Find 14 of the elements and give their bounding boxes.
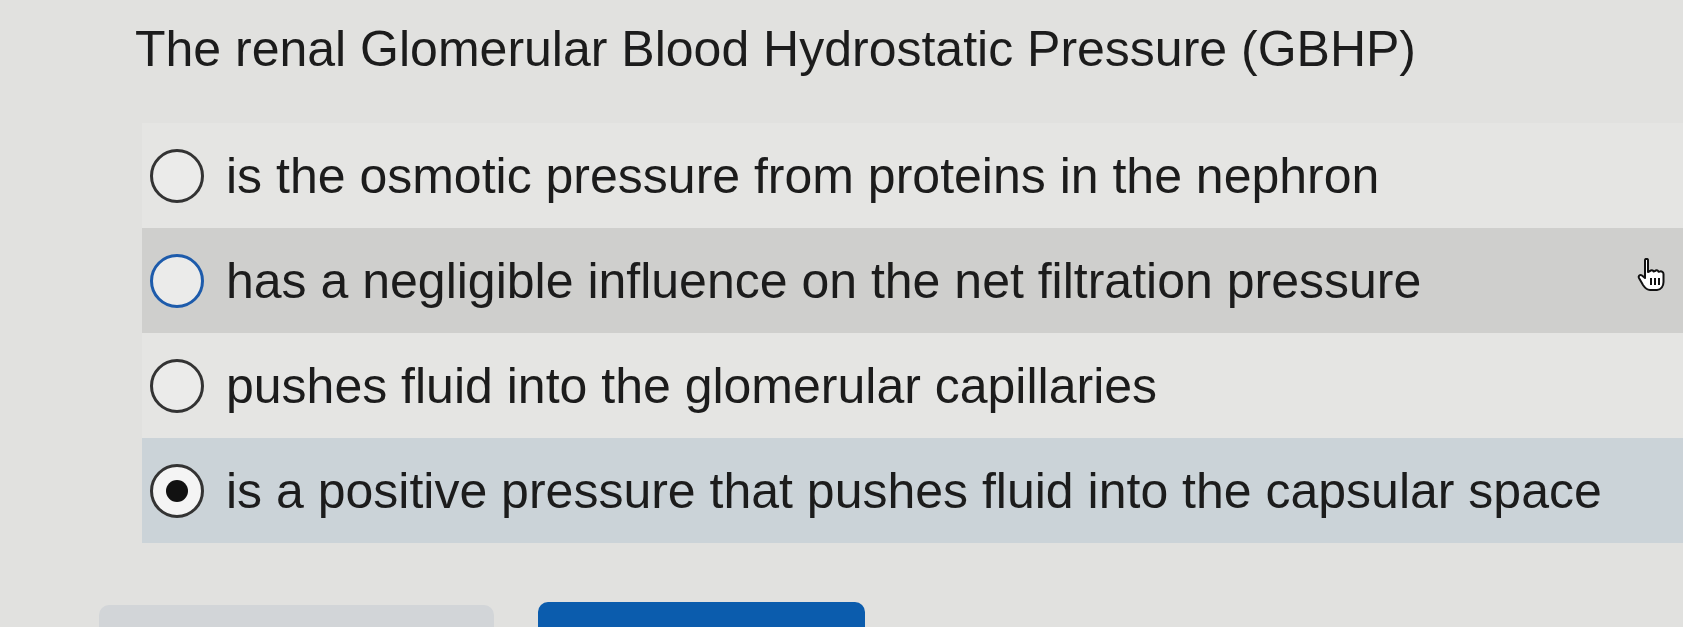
radio-button[interactable] [150, 253, 204, 308]
option-text: is the osmotic pressure from proteins in the nephron [226, 146, 1380, 205]
option-text: has a negligible influence on the net filtration pressure [226, 251, 1422, 310]
option-text: is a positive pressure that pushes fluid into the capsular space [226, 461, 1602, 520]
question-text: The renal Glomerular Blood Hydrostatic Pressure (GBHP) [135, 20, 1416, 78]
option-text: pushes fluid into the glomerular capillaries [226, 356, 1158, 415]
answer-option[interactable]: is the osmotic pressure from proteins in the nephron [142, 123, 1683, 228]
radio-button[interactable] [150, 358, 204, 413]
answer-option[interactable]: has a negligible influence on the net filtration pressure [142, 228, 1683, 333]
radio-button[interactable] [150, 148, 204, 203]
radio-button[interactable] [150, 463, 204, 518]
answer-option[interactable]: is a positive pressure that pushes fluid into the capsular space [142, 438, 1683, 543]
pointer-hand-icon [1637, 258, 1665, 292]
answer-option[interactable]: pushes fluid into the glomerular capillaries [142, 333, 1683, 438]
